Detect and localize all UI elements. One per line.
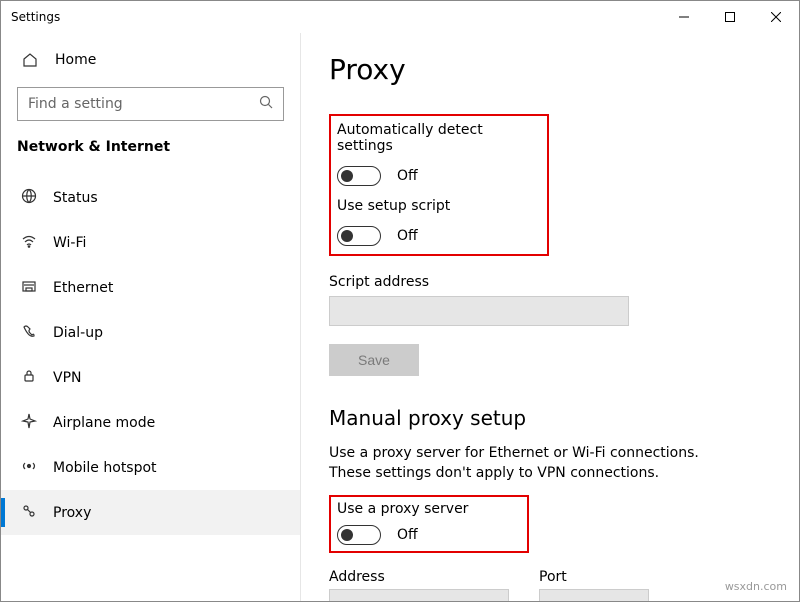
close-button[interactable] bbox=[753, 1, 799, 33]
port-label: Port bbox=[539, 569, 649, 585]
minimize-button[interactable] bbox=[661, 1, 707, 33]
nav-label: Ethernet bbox=[53, 280, 113, 296]
home-label: Home bbox=[55, 52, 96, 68]
section-title: Network & Internet bbox=[1, 133, 300, 169]
search-placeholder: Find a setting bbox=[28, 96, 259, 112]
status-icon bbox=[21, 188, 37, 208]
maximize-button[interactable] bbox=[707, 1, 753, 33]
auto-detect-toggle[interactable] bbox=[337, 166, 381, 186]
wifi-icon bbox=[21, 233, 37, 253]
use-proxy-toggle[interactable] bbox=[337, 525, 381, 545]
proxy-icon bbox=[21, 503, 37, 523]
page-title: Proxy bbox=[329, 53, 759, 86]
script-address-label: Script address bbox=[329, 274, 759, 290]
sidebar-item-proxy[interactable]: Proxy bbox=[1, 490, 300, 535]
sidebar-item-airplane[interactable]: Airplane mode bbox=[1, 400, 300, 445]
port-input[interactable] bbox=[539, 589, 649, 601]
nav-label: Proxy bbox=[53, 505, 91, 521]
nav-label: Dial-up bbox=[53, 325, 103, 341]
vpn-icon bbox=[21, 368, 37, 388]
home-icon bbox=[21, 51, 39, 69]
ethernet-icon bbox=[21, 278, 37, 298]
dialup-icon bbox=[21, 323, 37, 343]
nav-label: VPN bbox=[53, 370, 82, 386]
sidebar-item-status[interactable]: Status bbox=[1, 175, 300, 220]
sidebar-item-dialup[interactable]: Dial-up bbox=[1, 310, 300, 355]
use-proxy-state: Off bbox=[397, 527, 418, 543]
script-address-input[interactable] bbox=[329, 296, 629, 326]
search-input[interactable]: Find a setting bbox=[17, 87, 284, 121]
hotspot-icon bbox=[21, 458, 37, 478]
sidebar-item-ethernet[interactable]: Ethernet bbox=[1, 265, 300, 310]
auto-detect-state: Off bbox=[397, 168, 418, 184]
nav-label: Mobile hotspot bbox=[53, 460, 157, 476]
home-button[interactable]: Home bbox=[1, 39, 300, 81]
sidebar-item-vpn[interactable]: VPN bbox=[1, 355, 300, 400]
nav-label: Wi-Fi bbox=[53, 235, 86, 251]
airplane-icon bbox=[21, 413, 37, 433]
save-button[interactable]: Save bbox=[329, 344, 419, 376]
manual-description: Use a proxy server for Ethernet or Wi-Fi… bbox=[329, 444, 729, 483]
use-script-state: Off bbox=[397, 228, 418, 244]
sidebar-item-hotspot[interactable]: Mobile hotspot bbox=[1, 445, 300, 490]
nav-label: Airplane mode bbox=[53, 415, 155, 431]
sidebar: Home Find a setting Network & Internet S… bbox=[1, 33, 301, 601]
watermark: wsxdn.com bbox=[725, 580, 787, 593]
address-label: Address bbox=[329, 569, 509, 585]
use-proxy-label: Use a proxy server bbox=[337, 501, 519, 517]
titlebar: Settings bbox=[1, 1, 799, 33]
auto-detect-label: Automatically detect settings bbox=[337, 122, 537, 154]
content-area: Home Find a setting Network & Internet S… bbox=[1, 33, 799, 601]
use-script-toggle[interactable] bbox=[337, 226, 381, 246]
window-controls bbox=[661, 1, 799, 33]
highlight-box-auto: Automatically detect settings Off Use se… bbox=[329, 114, 549, 256]
main-pane: Proxy Automatically detect settings Off … bbox=[301, 33, 799, 601]
search-icon bbox=[259, 95, 273, 113]
manual-heading: Manual proxy setup bbox=[329, 406, 759, 430]
nav-list: Status Wi-Fi Ethernet Dial-up VPN Airpla… bbox=[1, 175, 300, 535]
window-title: Settings bbox=[11, 10, 60, 24]
sidebar-item-wifi[interactable]: Wi-Fi bbox=[1, 220, 300, 265]
address-input[interactable] bbox=[329, 589, 509, 601]
use-script-label: Use setup script bbox=[337, 198, 537, 214]
nav-label: Status bbox=[53, 190, 98, 206]
highlight-box-proxy: Use a proxy server Off bbox=[329, 495, 529, 553]
